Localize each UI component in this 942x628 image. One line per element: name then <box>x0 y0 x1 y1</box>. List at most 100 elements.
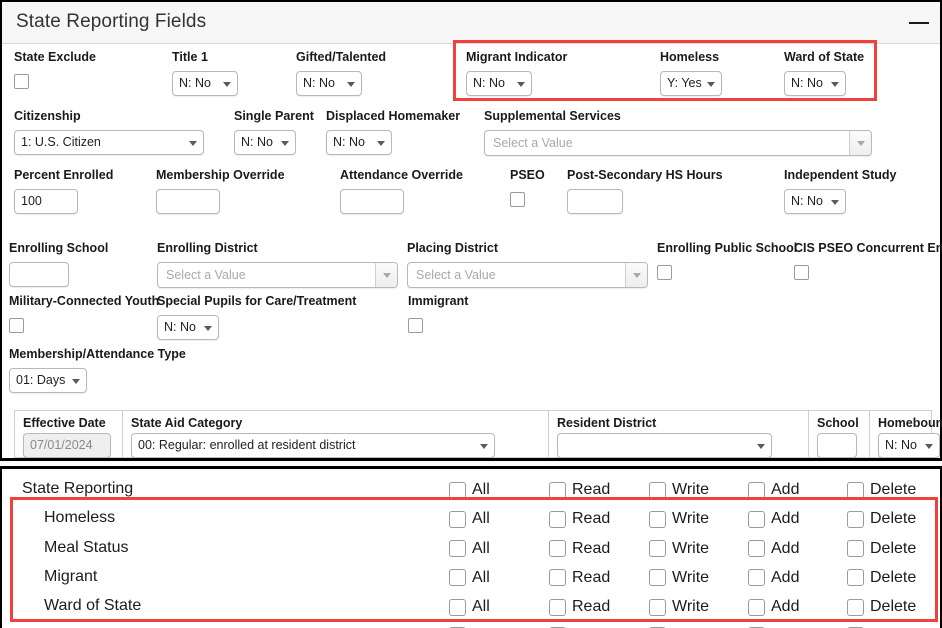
permission-read[interactable]: Read <box>549 481 610 499</box>
permission-label: All <box>472 568 490 586</box>
permission-add[interactable]: Add <box>748 540 799 558</box>
state-aid-category-select[interactable]: 00: Regular: enrolled at resident distri… <box>131 433 495 458</box>
single-parent-select[interactable]: N: No <box>234 130 296 155</box>
checkbox-icon[interactable] <box>449 598 466 616</box>
enrolling-school-input[interactable] <box>9 262 69 287</box>
input-value: 100 <box>21 194 42 208</box>
permission-all[interactable]: All <box>449 540 490 558</box>
permission-delete[interactable]: Delete <box>847 481 916 499</box>
pseo-checkbox[interactable] <box>510 192 525 207</box>
checkbox-icon[interactable] <box>649 540 666 558</box>
checkbox-icon[interactable] <box>847 510 864 528</box>
permission-read[interactable]: Read <box>549 598 610 616</box>
chevron-down-icon[interactable] <box>375 263 397 287</box>
chevron-down-icon <box>204 325 212 331</box>
permission-all[interactable]: All <box>449 569 490 587</box>
attendance-override-input[interactable] <box>340 189 404 214</box>
homeless-select[interactable]: Y: Yes <box>660 71 722 96</box>
permission-delete[interactable]: Delete <box>847 569 916 587</box>
minus-icon[interactable] <box>909 15 929 31</box>
displaced-homemaker-select[interactable]: N: No <box>326 130 392 155</box>
checkbox-icon[interactable] <box>449 569 466 587</box>
placing-district-multiselect[interactable]: Select a Value <box>407 262 648 288</box>
permission-label: Delete <box>870 568 917 586</box>
military-connected-youth-checkbox[interactable] <box>9 318 24 333</box>
citizenship-select[interactable]: 1: U.S. Citizen <box>14 130 204 155</box>
input-value: 07/01/2024 <box>30 438 93 452</box>
permission-label: Write <box>672 481 710 498</box>
checkbox-icon[interactable] <box>449 510 466 528</box>
school-input[interactable] <box>817 433 857 458</box>
homebound-select[interactable]: N: No <box>878 433 940 458</box>
post-secondary-hs-hours-input[interactable] <box>567 189 623 214</box>
checkbox-icon[interactable] <box>549 481 566 499</box>
chevron-down-icon[interactable] <box>849 131 871 155</box>
cis-pseo-concurrent-enr-checkbox[interactable] <box>794 265 809 280</box>
checkbox-icon[interactable] <box>847 540 864 558</box>
permission-write[interactable]: Write <box>649 598 709 616</box>
permission-write[interactable]: Write <box>649 540 709 558</box>
permission-row-state-reporting: State Reporting All Read Write Add Delet… <box>22 477 940 506</box>
permission-read[interactable]: Read <box>549 569 610 587</box>
special-pupils-select[interactable]: N: No <box>157 315 219 340</box>
permission-delete[interactable]: Delete <box>847 598 916 616</box>
permission-label: Add <box>771 539 800 557</box>
checkbox-icon[interactable] <box>847 481 864 499</box>
gifted-talented-select[interactable]: N: No <box>296 71 362 96</box>
checkbox-icon[interactable] <box>748 540 765 558</box>
checkbox-icon[interactable] <box>549 598 566 616</box>
effective-date-input[interactable]: 07/01/2024 <box>23 433 111 458</box>
checkbox-icon[interactable] <box>649 510 666 528</box>
resident-district-select[interactable] <box>557 433 772 458</box>
field-citizenship: Citizenship 1: U.S. Citizen <box>14 109 204 155</box>
title-1-select[interactable]: N: No <box>172 71 238 96</box>
ward-of-state-select[interactable]: N: No <box>784 71 846 96</box>
permission-add[interactable]: Add <box>748 510 799 528</box>
field-placing-district: Placing District Select a Value <box>407 241 648 288</box>
checkbox-icon[interactable] <box>649 569 666 587</box>
percent-enrolled-input[interactable]: 100 <box>14 189 78 214</box>
supplemental-services-multiselect[interactable]: Select a Value <box>484 130 872 156</box>
selected-value: N: No <box>473 76 505 90</box>
enrolling-public-school-checkbox[interactable] <box>657 265 672 280</box>
field-ward-of-state: Ward of State N: No <box>784 50 864 96</box>
checkbox-icon[interactable] <box>748 569 765 587</box>
permission-add[interactable]: Add <box>748 598 799 616</box>
checkbox-icon[interactable] <box>549 569 566 587</box>
checkbox-icon[interactable] <box>649 481 666 499</box>
checkbox-icon[interactable] <box>549 510 566 528</box>
membership-attendance-type-select[interactable]: 01: Days <box>9 368 87 393</box>
checkbox-icon[interactable] <box>449 540 466 558</box>
migrant-indicator-select[interactable]: N: No <box>466 71 532 96</box>
enrolling-district-multiselect[interactable]: Select a Value <box>157 262 398 288</box>
permission-add[interactable]: Add <box>748 481 799 499</box>
permission-all[interactable]: All <box>449 598 490 616</box>
permission-delete[interactable]: Delete <box>847 540 916 558</box>
checkbox-icon[interactable] <box>549 540 566 558</box>
chevron-down-icon[interactable] <box>625 263 647 287</box>
permission-read[interactable]: Read <box>549 510 610 528</box>
state-exclude-checkbox[interactable] <box>14 74 29 89</box>
checkbox-icon[interactable] <box>748 598 765 616</box>
checkbox-icon[interactable] <box>847 598 864 616</box>
checkbox-icon[interactable] <box>449 481 466 499</box>
permission-write[interactable]: Write <box>649 569 709 587</box>
column-header: Resident District <box>557 416 657 430</box>
permission-all[interactable]: All <box>449 481 490 499</box>
placeholder-text: Select a Value <box>493 136 573 150</box>
independent-study-select[interactable]: N: No <box>784 189 846 214</box>
immigrant-checkbox[interactable] <box>408 318 423 333</box>
permission-all[interactable]: All <box>449 510 490 528</box>
field-label: Citizenship <box>14 109 81 123</box>
permission-write[interactable]: Write <box>649 510 709 528</box>
permission-write[interactable]: Write <box>649 481 709 499</box>
permission-add[interactable]: Add <box>748 569 799 587</box>
checkbox-icon[interactable] <box>649 598 666 616</box>
permission-row-label: Migrant <box>44 567 98 585</box>
permission-read[interactable]: Read <box>549 540 610 558</box>
permission-delete[interactable]: Delete <box>847 510 916 528</box>
checkbox-icon[interactable] <box>748 481 765 499</box>
checkbox-icon[interactable] <box>748 510 765 528</box>
membership-override-input[interactable] <box>156 189 220 214</box>
checkbox-icon[interactable] <box>847 569 864 587</box>
